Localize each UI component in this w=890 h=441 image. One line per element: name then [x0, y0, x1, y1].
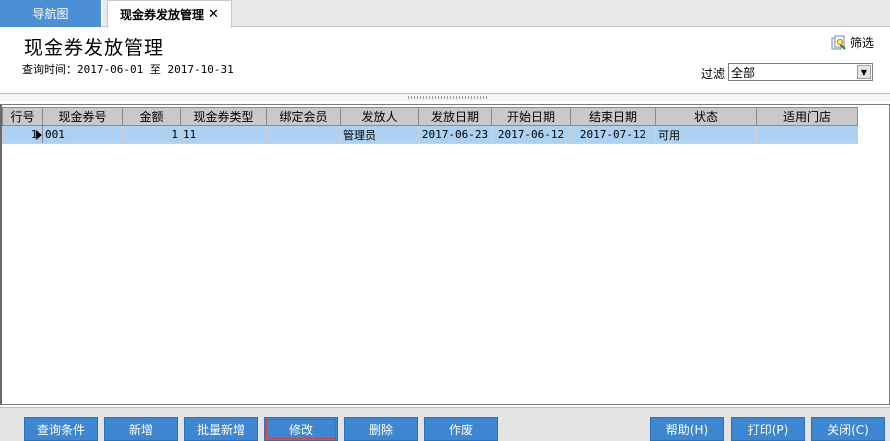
filter-icon — [831, 35, 847, 51]
table-header-row: 行号 现金券号 金额 现金券类型 绑定会员 发放人 发放日期 开始日期 结束日期… — [2, 107, 858, 126]
tab-navigation[interactable]: 导航图 — [0, 0, 102, 27]
filter-select[interactable]: 全部 ▼ — [728, 63, 873, 81]
help-button[interactable]: 帮助(H) — [650, 417, 724, 441]
query-date-separator: 至 — [149, 63, 161, 76]
batch-add-button[interactable]: 批量新增 — [184, 417, 258, 441]
cell-end-date[interactable]: 2017-07-12 — [570, 125, 656, 144]
filter-select-value: 全部 — [731, 65, 756, 80]
query-date-from: 2017-06-01 — [77, 63, 144, 76]
column-header-amount[interactable]: 金额 — [122, 107, 181, 126]
filter-link-label: 筛选 — [849, 36, 874, 50]
add-button[interactable]: 新增 — [104, 417, 178, 441]
splitter-grip[interactable] — [408, 96, 488, 99]
close-icon[interactable]: ✕ — [208, 7, 219, 22]
chevron-down-icon[interactable]: ▼ — [857, 65, 871, 79]
column-header-voucher-type[interactable]: 现金券类型 — [180, 107, 267, 126]
filter-label: 过滤 — [701, 67, 726, 81]
column-header-status[interactable]: 状态 — [655, 107, 757, 126]
cell-store[interactable] — [756, 125, 858, 144]
column-header-issue-date[interactable]: 发放日期 — [418, 107, 492, 126]
voucher-grid: 行号 现金券号 金额 现金券类型 绑定会员 发放人 发放日期 开始日期 结束日期… — [0, 104, 890, 405]
column-header-voucher-no[interactable]: 现金券号 — [42, 107, 123, 126]
cell-issue-date[interactable]: 2017-06-23 — [418, 125, 492, 144]
cell-voucher-no[interactable]: 001 — [42, 125, 123, 144]
cell-amount[interactable]: 1 — [122, 125, 181, 144]
cell-start-date[interactable]: 2017-06-12 — [491, 125, 571, 144]
edit-button[interactable]: 修改 — [264, 417, 338, 441]
column-header-row-no[interactable]: 行号 — [2, 107, 43, 126]
void-button[interactable]: 作废 — [424, 417, 498, 441]
cell-voucher-type[interactable]: 11 — [180, 125, 267, 144]
column-header-store[interactable]: 适用门店 — [756, 107, 858, 126]
close-button[interactable]: 关闭(C) — [811, 417, 885, 441]
page-title: 现金券发放管理 — [24, 37, 165, 59]
tab-voucher-management-label: 现金券发放管理 — [120, 8, 205, 22]
table-row[interactable]: 1 001 1 11 管理员 2017-06-23 2017-06-12 201… — [2, 125, 858, 144]
query-time-range: 查询时间：2017-06-01 至 2017-10-31 — [22, 61, 234, 77]
column-header-end-date[interactable]: 结束日期 — [570, 107, 656, 126]
cell-issuer[interactable]: 管理员 — [340, 125, 419, 144]
delete-button[interactable]: 删除 — [344, 417, 418, 441]
column-header-issuer[interactable]: 发放人 — [340, 107, 419, 126]
column-header-start-date[interactable]: 开始日期 — [491, 107, 571, 126]
print-button[interactable]: 打印(P) — [731, 417, 805, 441]
app-window: 导航图 现金券发放管理 ✕ 现金券发放管理 查询时间：2017-06-01 至 … — [0, 0, 890, 441]
row-pointer-icon — [36, 130, 42, 140]
panel-splitter[interactable] — [0, 93, 890, 101]
cell-member[interactable] — [266, 125, 341, 144]
tab-voucher-management[interactable]: 现金券发放管理 ✕ — [107, 0, 232, 28]
query-date-to: 2017-10-31 — [167, 63, 234, 76]
tab-strip: 导航图 现金券发放管理 ✕ — [0, 0, 890, 28]
voucher-table: 行号 现金券号 金额 现金券类型 绑定会员 发放人 发放日期 开始日期 结束日期… — [2, 107, 858, 144]
query-conditions-button[interactable]: 查询条件 — [24, 417, 98, 441]
tab-navigation-label: 导航图 — [32, 7, 69, 21]
bottom-toolbar: 查询条件 新增 批量新增 修改 删除 作废 帮助(H) 打印(P) 关闭(C) — [0, 407, 890, 441]
filter-link[interactable]: 筛选 — [831, 34, 874, 51]
cell-status[interactable]: 可用 — [655, 125, 757, 144]
row-number-cell[interactable]: 1 — [2, 125, 43, 144]
column-header-member[interactable]: 绑定会员 — [266, 107, 341, 126]
query-time-label: 查询时间： — [22, 63, 77, 76]
